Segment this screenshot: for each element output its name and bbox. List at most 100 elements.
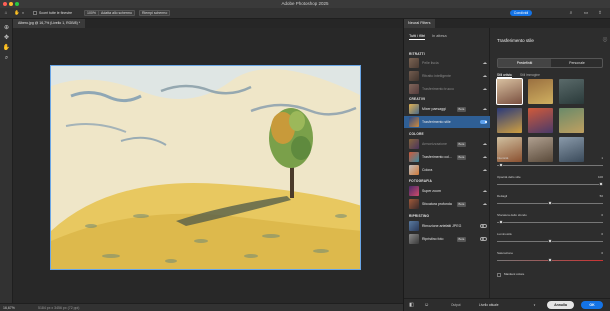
filter-row[interactable]: Colora ☁ xyxy=(404,164,490,176)
style-thumbnail[interactable] xyxy=(559,79,584,104)
slider-value[interactable]: 0 xyxy=(601,251,603,255)
style-opacity-slider[interactable]: Opacità dello stile 100 xyxy=(497,175,603,191)
slider-value[interactable]: 100 xyxy=(598,175,603,179)
slider-knob[interactable] xyxy=(548,258,552,262)
filter-toggle[interactable] xyxy=(480,237,487,241)
slider-label: Sfocatura dello sfondo xyxy=(497,213,527,217)
ok-button[interactable]: OK xyxy=(581,301,603,309)
style-thumbnail[interactable] xyxy=(559,108,584,133)
filter-thumbnail xyxy=(409,221,419,231)
intensity-slider[interactable]: Intensità 1 xyxy=(497,156,603,172)
output-select[interactable]: Livello attuale xyxy=(479,302,539,309)
category-ripristino: RIPRISTINO xyxy=(409,214,430,218)
slider-value[interactable]: 50 xyxy=(600,194,603,198)
filter-thumbnail xyxy=(409,199,419,209)
chevron-down-icon[interactable]: ▾ xyxy=(20,10,26,16)
cancel-button[interactable]: Annulla xyxy=(547,301,574,309)
slider-value[interactable]: 0 xyxy=(601,213,603,217)
zoom-tool-icon[interactable]: ⊕ xyxy=(2,24,11,32)
zoom-level[interactable]: 16,67% xyxy=(3,305,15,311)
zoom-100-button[interactable]: 100% xyxy=(84,10,99,16)
filter-name: Trasferimento trucco xyxy=(422,87,454,91)
slider-knob[interactable] xyxy=(548,239,552,243)
filter-row-selected[interactable]: Trasferimento stile xyxy=(404,116,490,128)
slider-knob[interactable] xyxy=(599,182,603,186)
document-tab[interactable]: Albero.jpg @ 16,7% (Livello 1, RGB/8) * xyxy=(13,19,86,28)
search-icon[interactable]: ⌕ xyxy=(568,10,574,16)
saturation-slider[interactable]: Saturazione 0 xyxy=(497,251,603,267)
scroll-all-checkbox[interactable] xyxy=(33,11,37,15)
chevron-down-icon[interactable]: ▾ xyxy=(531,302,538,309)
style-thumbnail[interactable] xyxy=(496,78,523,105)
filter-row[interactable]: Armonizzazione Beta ☁ xyxy=(404,138,490,150)
settings-title: Trasferimento stile xyxy=(497,38,534,43)
tab-waitlist[interactable]: In attesa xyxy=(432,34,447,38)
layer-preview-icon[interactable]: ◧ xyxy=(408,302,415,309)
hand-tool-icon[interactable]: ✋ xyxy=(2,44,11,52)
preserve-color-checkbox[interactable] xyxy=(497,273,501,277)
filter-row[interactable]: Ripristino foto Beta xyxy=(404,233,490,245)
filter-row[interactable]: Pelle liscia ☁ xyxy=(404,57,490,69)
slider-label: Dettagli xyxy=(497,194,508,198)
preserve-color-label: Mantieni colore xyxy=(504,272,525,276)
panel-title[interactable]: Neural Filters xyxy=(404,19,435,28)
cloud-download-icon[interactable]: ☁ xyxy=(483,73,488,79)
feedback-icon[interactable]: ☺ xyxy=(423,302,430,309)
cloud-download-icon[interactable]: ☁ xyxy=(483,154,488,160)
slider-value[interactable]: 1 xyxy=(601,156,603,160)
subtab-image-styles[interactable]: Stili immagine xyxy=(520,73,540,77)
filter-row[interactable]: Super zoom ☁ xyxy=(404,185,490,197)
filter-toggle[interactable] xyxy=(480,120,487,124)
filter-row[interactable]: Ritratto intelligente ☁ xyxy=(404,70,490,82)
style-thumbnail[interactable] xyxy=(497,108,522,133)
title-bar: Adobe Photoshop 2025 xyxy=(0,0,610,8)
slider-label: Luminosità xyxy=(497,232,512,236)
filter-name: Sfocatura profonda xyxy=(422,202,452,206)
subtab-artist-styles[interactable]: Stili artista xyxy=(497,73,512,78)
details-slider[interactable]: Dettagli 50 xyxy=(497,194,603,210)
background-blur-slider[interactable]: Sfocatura dello sfondo 0 xyxy=(497,213,603,229)
slider-knob[interactable] xyxy=(548,201,552,205)
slider-knob[interactable] xyxy=(499,220,504,224)
cloud-download-icon[interactable]: ☁ xyxy=(483,188,488,194)
filter-toggle[interactable] xyxy=(480,224,487,228)
filter-row[interactable]: Sfocatura profonda Beta ☁ xyxy=(404,198,490,210)
slider-value[interactable]: 0 xyxy=(601,232,603,236)
slider-track[interactable] xyxy=(497,184,603,185)
cloud-download-icon[interactable]: ☁ xyxy=(483,141,488,147)
segment-presets[interactable]: Predefiniti xyxy=(498,59,551,67)
slider-track[interactable] xyxy=(497,165,603,166)
filter-row[interactable]: Trasferimento trucco ☁ xyxy=(404,83,490,95)
segment-custom[interactable]: Personale xyxy=(551,59,603,67)
document-canvas[interactable] xyxy=(50,65,361,270)
cloud-download-icon[interactable]: ☁ xyxy=(483,60,488,66)
tab-all-filters[interactable]: Tutti i filtri xyxy=(409,34,426,40)
move-tool-icon[interactable]: ✥ xyxy=(2,34,11,42)
cloud-download-icon[interactable]: ☁ xyxy=(483,106,488,112)
fit-screen-button[interactable]: Adatta allo schermo xyxy=(98,10,135,16)
slider-track[interactable] xyxy=(497,222,603,223)
beta-badge: Beta xyxy=(457,237,466,242)
magnifier-icon[interactable]: ⌕ xyxy=(2,54,11,62)
panel-footer: ◧ ☺ Output Livello attuale ▾ Annulla OK xyxy=(404,298,610,311)
slider-label: Opacità dello stile xyxy=(497,175,521,179)
fill-screen-button[interactable]: Riempi schermo xyxy=(139,10,171,16)
filter-name: Mixer paesaggi xyxy=(422,107,446,111)
cloud-download-icon[interactable]: ☁ xyxy=(483,86,488,92)
filter-row[interactable]: Mixer paesaggi Beta ☁ xyxy=(404,103,490,115)
filter-row[interactable]: Rimozione artefatti JPEG xyxy=(404,220,490,232)
canvas-area[interactable] xyxy=(13,28,403,303)
share-icon[interactable]: ⇪ xyxy=(597,10,603,16)
filter-row[interactable]: Trasferimento col... Beta ☁ xyxy=(404,151,490,163)
cloud-download-icon[interactable]: ☁ xyxy=(483,167,488,173)
slider-knob[interactable] xyxy=(499,163,504,167)
style-thumbnail[interactable] xyxy=(528,79,553,104)
workspace-icon[interactable]: ▭ xyxy=(583,10,589,16)
info-icon[interactable]: ⓘ xyxy=(602,37,608,43)
document-tab-bar: Albero.jpg @ 16,7% (Livello 1, RGB/8) * xyxy=(13,19,403,28)
brightness-slider[interactable]: Luminosità 0 xyxy=(497,232,603,248)
share-button[interactable]: Condividi xyxy=(510,10,532,16)
style-thumbnail[interactable] xyxy=(528,108,553,133)
cloud-download-icon[interactable]: ☁ xyxy=(483,201,488,207)
home-icon[interactable]: ⌂ xyxy=(3,10,9,16)
